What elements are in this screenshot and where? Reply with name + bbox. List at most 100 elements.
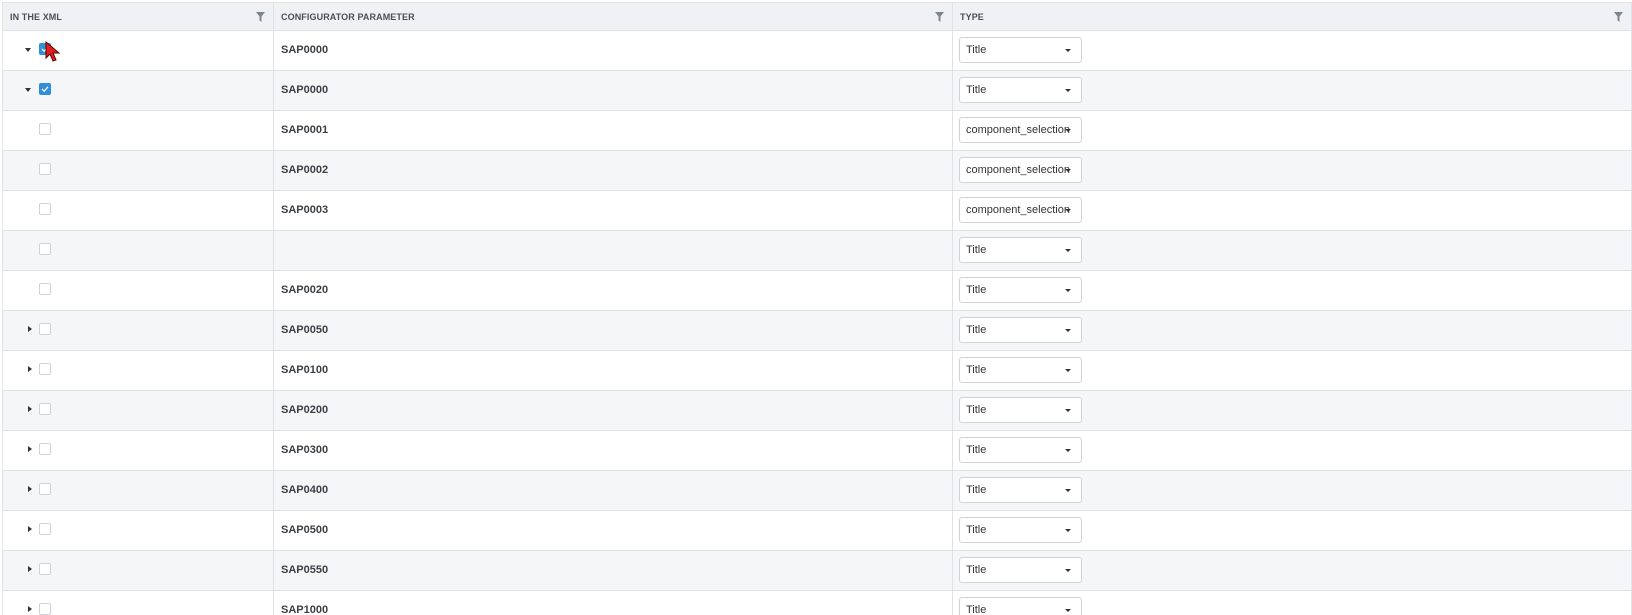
in-xml-checkbox[interactable] — [39, 43, 51, 55]
caret-right-icon[interactable] — [28, 486, 32, 492]
column-header-configurator-parameter[interactable]: CONFIGURATOR PARAMETER — [274, 3, 953, 30]
caret-down-icon[interactable] — [25, 48, 31, 52]
table-row[interactable]: SAP0100 Title — [3, 351, 1631, 391]
in-xml-checkbox[interactable] — [39, 363, 51, 375]
in-xml-checkbox[interactable] — [39, 523, 51, 535]
grid-body: SAP0000 Title SAP0000 Title SAP0001 component… — [3, 31, 1631, 615]
in-the-xml-cell — [3, 71, 274, 110]
in-xml-checkbox[interactable] — [39, 123, 51, 135]
configurator-parameter-cell: SAP1000 — [274, 591, 953, 615]
type-dropdown[interactable]: Title — [959, 277, 1082, 303]
table-row[interactable]: SAP0200 Title — [3, 391, 1631, 431]
type-dropdown-value: Title — [966, 604, 987, 615]
type-cell: Title — [953, 391, 1631, 430]
caret-down-icon — [1065, 89, 1071, 92]
type-dropdown[interactable]: Title — [959, 557, 1082, 583]
type-cell: Title — [953, 591, 1631, 615]
type-dropdown[interactable]: Title — [959, 37, 1082, 63]
caret-right-icon[interactable] — [28, 606, 32, 612]
in-the-xml-cell — [3, 231, 274, 270]
in-xml-checkbox[interactable] — [39, 203, 51, 215]
configurator-parameter-value: SAP0020 — [281, 284, 329, 296]
caret-right-icon[interactable] — [28, 446, 32, 452]
type-cell: Title — [953, 431, 1631, 470]
in-the-xml-cell — [3, 471, 274, 510]
table-row[interactable]: SAP0002 component_selection — [3, 151, 1631, 191]
type-dropdown[interactable]: Title — [959, 517, 1082, 543]
filter-icon[interactable] — [256, 12, 265, 22]
type-dropdown[interactable]: component_selection — [959, 117, 1082, 143]
configurator-parameter-value: SAP0100 — [281, 364, 329, 376]
type-cell: Title — [953, 351, 1631, 390]
caret-right-icon[interactable] — [28, 526, 32, 532]
type-dropdown[interactable]: Title — [959, 437, 1082, 463]
configurator-parameter-cell: SAP0001 — [274, 111, 953, 150]
type-dropdown-value: Title — [966, 484, 987, 496]
table-row[interactable]: SAP0300 Title — [3, 431, 1631, 471]
type-dropdown[interactable]: Title — [959, 317, 1082, 343]
in-xml-checkbox[interactable] — [39, 563, 51, 575]
in-xml-checkbox[interactable] — [39, 283, 51, 295]
caret-down-icon — [1065, 289, 1071, 292]
table-row[interactable]: SAP0050 Title — [3, 311, 1631, 351]
in-the-xml-cell — [3, 351, 274, 390]
type-dropdown-value: Title — [966, 404, 987, 416]
type-cell: Title — [953, 231, 1631, 270]
configurator-parameter-value: SAP0400 — [281, 484, 329, 496]
filter-icon[interactable] — [935, 12, 944, 22]
caret-down-icon — [1065, 609, 1071, 612]
in-xml-checkbox[interactable] — [39, 83, 51, 95]
type-cell: component_selection — [953, 151, 1631, 190]
type-dropdown-value: Title — [966, 44, 987, 56]
table-row[interactable]: SAP0000 Title — [3, 71, 1631, 111]
caret-right-icon[interactable] — [28, 566, 32, 572]
type-dropdown-value: Title — [966, 244, 987, 256]
caret-down-icon[interactable] — [25, 88, 31, 92]
in-xml-checkbox[interactable] — [39, 323, 51, 335]
table-row[interactable]: SAP0500 Title — [3, 511, 1631, 551]
type-dropdown-value: Title — [966, 524, 987, 536]
column-header-type[interactable]: TYPE — [953, 3, 1631, 30]
in-xml-checkbox[interactable] — [39, 243, 51, 255]
in-xml-checkbox[interactable] — [39, 603, 51, 615]
caret-down-icon — [1065, 489, 1071, 492]
caret-right-icon[interactable] — [28, 366, 32, 372]
configurator-parameter-cell: SAP0020 — [274, 271, 953, 310]
caret-right-icon[interactable] — [28, 326, 32, 332]
in-the-xml-cell — [3, 151, 274, 190]
table-row[interactable]: SAP0550 Title — [3, 551, 1631, 591]
configurator-parameter-value: SAP0500 — [281, 524, 329, 536]
filter-icon[interactable] — [1614, 12, 1623, 22]
in-the-xml-cell — [3, 391, 274, 430]
table-row[interactable]: Title — [3, 231, 1631, 271]
type-dropdown[interactable]: Title — [959, 237, 1082, 263]
type-dropdown[interactable]: component_selection — [959, 157, 1082, 183]
table-row[interactable]: SAP0000 Title — [3, 31, 1631, 71]
type-dropdown[interactable]: Title — [959, 477, 1082, 503]
table-row[interactable]: SAP0001 component_selection — [3, 111, 1631, 151]
table-row[interactable]: SAP0020 Title — [3, 271, 1631, 311]
type-dropdown[interactable]: Title — [959, 77, 1082, 103]
configurator-parameter-cell: SAP0002 — [274, 151, 953, 190]
caret-down-icon — [1065, 129, 1071, 132]
type-dropdown[interactable]: Title — [959, 597, 1082, 615]
checkmark-icon — [41, 46, 49, 53]
type-dropdown[interactable]: Title — [959, 357, 1082, 383]
in-xml-checkbox[interactable] — [39, 163, 51, 175]
in-xml-checkbox[interactable] — [39, 483, 51, 495]
caret-right-icon[interactable] — [28, 406, 32, 412]
table-row[interactable]: SAP0003 component_selection — [3, 191, 1631, 231]
in-xml-checkbox[interactable] — [39, 443, 51, 455]
type-dropdown[interactable]: Title — [959, 397, 1082, 423]
configurator-parameter-value: SAP0300 — [281, 444, 329, 456]
type-dropdown-value: component_selection — [966, 124, 1070, 136]
table-row[interactable]: SAP1000 Title — [3, 591, 1631, 615]
in-xml-checkbox[interactable] — [39, 403, 51, 415]
column-header-in-the-xml[interactable]: IN THE XML — [3, 3, 274, 30]
type-dropdown[interactable]: component_selection — [959, 197, 1082, 223]
table-row[interactable]: SAP0400 Title — [3, 471, 1631, 511]
caret-down-icon — [1065, 569, 1071, 572]
in-the-xml-cell — [3, 551, 274, 590]
type-dropdown-value: Title — [966, 284, 987, 296]
configurator-parameter-cell: SAP0550 — [274, 551, 953, 590]
